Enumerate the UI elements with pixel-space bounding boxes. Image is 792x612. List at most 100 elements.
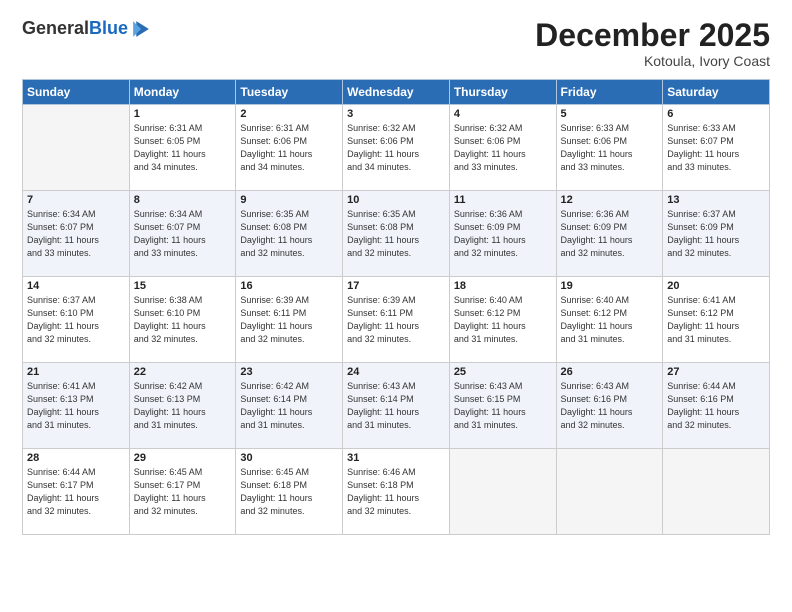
day-number: 7 xyxy=(27,194,125,206)
cell-info: Sunrise: 6:33 AMSunset: 6:07 PMDaylight:… xyxy=(667,122,765,174)
cell-info: Sunrise: 6:43 AMSunset: 6:15 PMDaylight:… xyxy=(454,380,552,432)
day-number: 28 xyxy=(27,452,125,464)
cell-info: Sunrise: 6:34 AMSunset: 6:07 PMDaylight:… xyxy=(27,208,125,260)
day-number: 11 xyxy=(454,194,552,206)
cell-info: Sunrise: 6:42 AMSunset: 6:13 PMDaylight:… xyxy=(134,380,232,432)
calendar-cell: 1 Sunrise: 6:31 AMSunset: 6:05 PMDaylight… xyxy=(129,105,236,191)
calendar-cell: 4Sunrise: 6:32 AMSunset: 6:06 PMDaylight… xyxy=(449,105,556,191)
cell-info: Sunrise: 6:33 AMSunset: 6:06 PMDaylight:… xyxy=(561,122,659,174)
weekday-header-friday: Friday xyxy=(556,80,663,105)
day-number: 8 xyxy=(134,194,232,206)
week-row-1: 1 Sunrise: 6:31 AMSunset: 6:05 PMDaylight… xyxy=(23,105,770,191)
day-number: 3 xyxy=(347,108,445,120)
calendar: SundayMondayTuesdayWednesdayThursdayFrid… xyxy=(22,79,770,535)
cell-info: Sunrise: 6:35 AMSunset: 6:08 PMDaylight:… xyxy=(240,208,338,260)
day-number: 26 xyxy=(561,366,659,378)
calendar-cell: 23Sunrise: 6:42 AMSunset: 6:14 PMDayligh… xyxy=(236,363,343,449)
calendar-cell: 26 Sunrise: 6:43 AMSunset: 6:16 PMDayligh… xyxy=(556,363,663,449)
week-row-2: 7 Sunrise: 6:34 AMSunset: 6:07 PMDaylight… xyxy=(23,191,770,277)
calendar-cell: 7 Sunrise: 6:34 AMSunset: 6:07 PMDaylight… xyxy=(23,191,130,277)
calendar-cell: 13 Sunrise: 6:37 AMSunset: 6:09 PMDayligh… xyxy=(663,191,770,277)
header: GeneralBlue December 2025 Kotoula, Ivory… xyxy=(22,18,770,69)
day-number: 4 xyxy=(454,108,552,120)
weekday-header-saturday: Saturday xyxy=(663,80,770,105)
cell-info: Sunrise: 6:44 AMSunset: 6:17 PMDaylight:… xyxy=(27,466,125,518)
cell-info: Sunrise: 6:43 AMSunset: 6:14 PMDaylight:… xyxy=(347,380,445,432)
day-number: 12 xyxy=(561,194,659,206)
calendar-cell: 12 Sunrise: 6:36 AMSunset: 6:09 PMDayligh… xyxy=(556,191,663,277)
calendar-cell: 5 Sunrise: 6:33 AMSunset: 6:06 PMDaylight… xyxy=(556,105,663,191)
day-number: 14 xyxy=(27,280,125,292)
cell-info: Sunrise: 6:41 AMSunset: 6:13 PMDaylight:… xyxy=(27,380,125,432)
calendar-cell: 19Sunrise: 6:40 AMSunset: 6:12 PMDayligh… xyxy=(556,277,663,363)
day-number: 2 xyxy=(240,108,338,120)
cell-info: Sunrise: 6:35 AMSunset: 6:08 PMDaylight:… xyxy=(347,208,445,260)
cell-info: Sunrise: 6:36 AMSunset: 6:09 PMDaylight:… xyxy=(454,208,552,260)
weekday-header-thursday: Thursday xyxy=(449,80,556,105)
cell-info: Sunrise: 6:46 AMSunset: 6:18 PMDaylight:… xyxy=(347,466,445,518)
location: Kotoula, Ivory Coast xyxy=(535,53,770,69)
calendar-cell: 2Sunrise: 6:31 AMSunset: 6:06 PMDaylight… xyxy=(236,105,343,191)
weekday-header-sunday: Sunday xyxy=(23,80,130,105)
calendar-cell: 16 Sunrise: 6:39 AMSunset: 6:11 PMDayligh… xyxy=(236,277,343,363)
day-number: 31 xyxy=(347,452,445,464)
day-number: 18 xyxy=(454,280,552,292)
cell-info: Sunrise: 6:36 AMSunset: 6:09 PMDaylight:… xyxy=(561,208,659,260)
weekday-header-wednesday: Wednesday xyxy=(343,80,450,105)
day-number: 30 xyxy=(240,452,338,464)
cell-info: Sunrise: 6:34 AMSunset: 6:07 PMDaylight:… xyxy=(134,208,232,260)
cell-info: Sunrise: 6:39 AMSunset: 6:11 PMDaylight:… xyxy=(240,294,338,346)
week-row-5: 28 Sunrise: 6:44 AMSunset: 6:17 PMDayligh… xyxy=(23,449,770,535)
day-number: 25 xyxy=(454,366,552,378)
week-row-3: 14 Sunrise: 6:37 AMSunset: 6:10 PMDayligh… xyxy=(23,277,770,363)
calendar-cell: 25 Sunrise: 6:43 AMSunset: 6:15 PMDayligh… xyxy=(449,363,556,449)
cell-info: Sunrise: 6:40 AMSunset: 6:12 PMDaylight:… xyxy=(561,294,659,346)
title-block: December 2025 Kotoula, Ivory Coast xyxy=(535,18,770,69)
day-number: 1 xyxy=(134,108,232,120)
cell-info: Sunrise: 6:39 AMSunset: 6:11 PMDaylight:… xyxy=(347,294,445,346)
day-number: 27 xyxy=(667,366,765,378)
calendar-cell: 9Sunrise: 6:35 AMSunset: 6:08 PMDaylight… xyxy=(236,191,343,277)
calendar-cell: 31 Sunrise: 6:46 AMSunset: 6:18 PMDayligh… xyxy=(343,449,450,535)
week-row-4: 21 Sunrise: 6:41 AMSunset: 6:13 PMDayligh… xyxy=(23,363,770,449)
cell-info: Sunrise: 6:41 AMSunset: 6:12 PMDaylight:… xyxy=(667,294,765,346)
calendar-cell: 15Sunrise: 6:38 AMSunset: 6:10 PMDayligh… xyxy=(129,277,236,363)
calendar-cell: 21 Sunrise: 6:41 AMSunset: 6:13 PMDayligh… xyxy=(23,363,130,449)
weekday-header-tuesday: Tuesday xyxy=(236,80,343,105)
day-number: 13 xyxy=(667,194,765,206)
day-number: 24 xyxy=(347,366,445,378)
calendar-cell: 30Sunrise: 6:45 AMSunset: 6:18 PMDayligh… xyxy=(236,449,343,535)
calendar-cell xyxy=(663,449,770,535)
calendar-cell: 11 Sunrise: 6:36 AMSunset: 6:09 PMDayligh… xyxy=(449,191,556,277)
day-number: 5 xyxy=(561,108,659,120)
day-number: 23 xyxy=(240,366,338,378)
calendar-cell: 18 Sunrise: 6:40 AMSunset: 6:12 PMDayligh… xyxy=(449,277,556,363)
day-number: 21 xyxy=(27,366,125,378)
weekday-header-row: SundayMondayTuesdayWednesdayThursdayFrid… xyxy=(23,80,770,105)
day-number: 20 xyxy=(667,280,765,292)
day-number: 17 xyxy=(347,280,445,292)
cell-info: Sunrise: 6:32 AMSunset: 6:06 PMDaylight:… xyxy=(347,122,445,174)
calendar-cell xyxy=(23,105,130,191)
calendar-cell xyxy=(556,449,663,535)
month-title: December 2025 xyxy=(535,18,770,53)
cell-info: Sunrise: 6:37 AMSunset: 6:09 PMDaylight:… xyxy=(667,208,765,260)
day-number: 16 xyxy=(240,280,338,292)
calendar-cell: 24 Sunrise: 6:43 AMSunset: 6:14 PMDayligh… xyxy=(343,363,450,449)
cell-info: Sunrise: 6:43 AMSunset: 6:16 PMDaylight:… xyxy=(561,380,659,432)
page: GeneralBlue December 2025 Kotoula, Ivory… xyxy=(0,0,792,612)
calendar-cell: 22Sunrise: 6:42 AMSunset: 6:13 PMDayligh… xyxy=(129,363,236,449)
calendar-cell: 3 Sunrise: 6:32 AMSunset: 6:06 PMDaylight… xyxy=(343,105,450,191)
cell-info: Sunrise: 6:40 AMSunset: 6:12 PMDaylight:… xyxy=(454,294,552,346)
calendar-cell: 29Sunrise: 6:45 AMSunset: 6:17 PMDayligh… xyxy=(129,449,236,535)
calendar-cell: 6Sunrise: 6:33 AMSunset: 6:07 PMDaylight… xyxy=(663,105,770,191)
calendar-cell xyxy=(449,449,556,535)
logo-blue-text: Blue xyxy=(89,18,128,38)
cell-info: Sunrise: 6:31 AMSunset: 6:05 PMDaylight:… xyxy=(134,122,232,174)
calendar-cell: 10Sunrise: 6:35 AMSunset: 6:08 PMDayligh… xyxy=(343,191,450,277)
day-number: 15 xyxy=(134,280,232,292)
cell-info: Sunrise: 6:37 AMSunset: 6:10 PMDaylight:… xyxy=(27,294,125,346)
cell-info: Sunrise: 6:44 AMSunset: 6:16 PMDaylight:… xyxy=(667,380,765,432)
day-number: 29 xyxy=(134,452,232,464)
calendar-cell: 17 Sunrise: 6:39 AMSunset: 6:11 PMDayligh… xyxy=(343,277,450,363)
